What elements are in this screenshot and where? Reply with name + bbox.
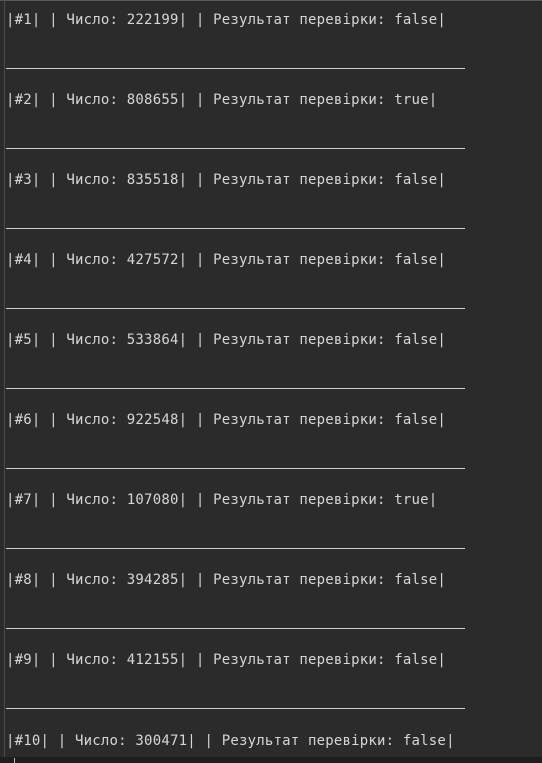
separator-7 bbox=[6, 548, 465, 549]
separator-6 bbox=[6, 468, 465, 469]
console-output-panel[interactable]: |#1| | Число: 222199| | Результат переві… bbox=[0, 0, 542, 763]
gutter-line bbox=[4, 0, 5, 763]
output-line-7: |#7| | Число: 107080| | Результат переві… bbox=[6, 492, 438, 508]
output-line-3: |#3| | Число: 835518| | Результат переві… bbox=[6, 172, 447, 188]
separator-3 bbox=[6, 228, 465, 229]
separator-2 bbox=[6, 148, 465, 149]
separator-4 bbox=[6, 308, 465, 309]
output-line-5: |#5| | Число: 533864| | Результат переві… bbox=[6, 332, 447, 348]
separator-5 bbox=[6, 388, 465, 389]
separator-8 bbox=[6, 628, 465, 629]
separator-9 bbox=[6, 708, 465, 709]
output-line-9: |#9| | Число: 412155| | Результат переві… bbox=[6, 652, 447, 668]
separator-1 bbox=[6, 68, 465, 69]
output-line-10: |#10| | Число: 300471| | Результат перев… bbox=[6, 733, 455, 749]
output-line-1: |#1| | Число: 222199| | Результат переві… bbox=[6, 12, 447, 28]
output-line-2: |#2| | Число: 808655| | Результат переві… bbox=[6, 92, 438, 108]
text-cursor bbox=[14, 758, 15, 763]
panel-top-border bbox=[0, 0, 542, 1]
output-line-6: |#6| | Число: 922548| | Результат переві… bbox=[6, 412, 447, 428]
output-line-8: |#8| | Число: 394285| | Результат переві… bbox=[6, 572, 447, 588]
console-input-bar[interactable] bbox=[0, 757, 542, 763]
output-line-4: |#4| | Число: 427572| | Результат переві… bbox=[6, 252, 447, 268]
